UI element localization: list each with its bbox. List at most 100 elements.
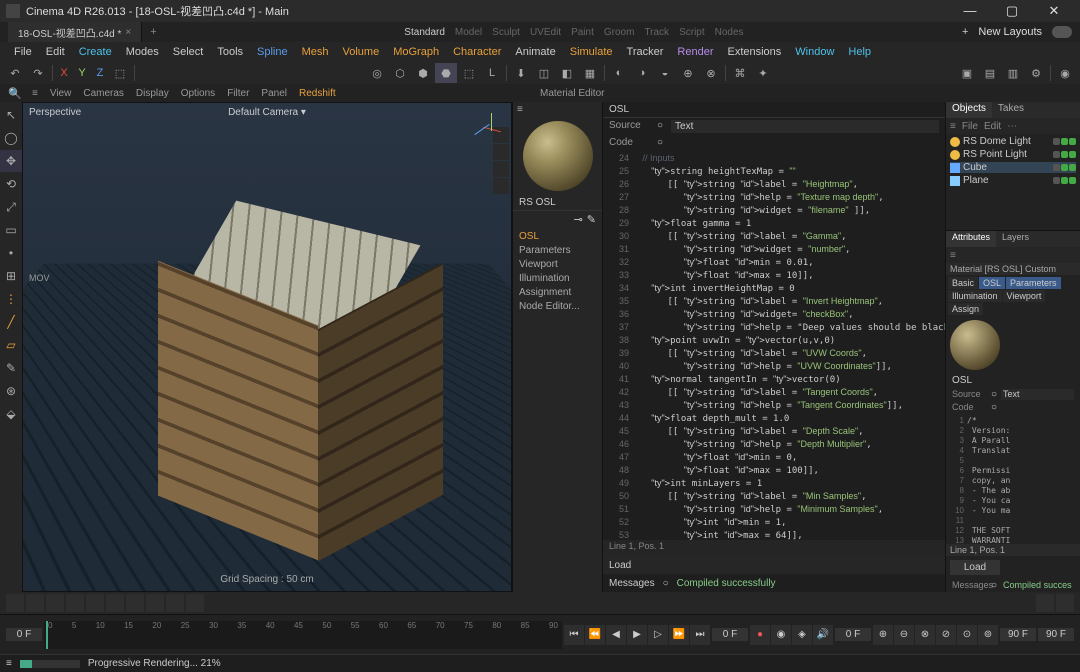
tree-assignment[interactable]: Assignment bbox=[519, 287, 596, 298]
layout-add-icon[interactable]: + bbox=[962, 26, 968, 38]
range-start[interactable]: 0 F bbox=[835, 628, 871, 641]
tool-icon[interactable]: ◒ bbox=[654, 63, 676, 83]
mode-nodes[interactable]: Nodes bbox=[715, 27, 744, 38]
tool-icon[interactable]: ⬣ bbox=[435, 63, 457, 83]
obj-menu-file[interactable]: File bbox=[962, 121, 978, 132]
tl-icon[interactable]: ⊖ bbox=[894, 625, 914, 645]
scale-icon[interactable]: ⤢ bbox=[0, 196, 22, 218]
tool-icon[interactable]: ⬢ bbox=[412, 63, 434, 83]
tree-viewport[interactable]: Viewport bbox=[519, 259, 596, 270]
render-icon[interactable]: ▥ bbox=[1002, 63, 1024, 83]
maximize-button[interactable]: ▢ bbox=[992, 3, 1032, 19]
status-burger[interactable]: ≡ bbox=[6, 658, 12, 669]
key-icon[interactable]: ◈ bbox=[792, 625, 812, 645]
redo-icon[interactable]: ↷ bbox=[27, 63, 49, 83]
tool-icon[interactable]: ◎ bbox=[366, 63, 388, 83]
tool-icon[interactable]: ⬚ bbox=[458, 63, 480, 83]
menu-mesh[interactable]: Mesh bbox=[296, 44, 335, 60]
close-button[interactable]: ✕ bbox=[1034, 3, 1074, 19]
menu-tracker[interactable]: Tracker bbox=[621, 44, 670, 60]
source-dot-icon[interactable]: ○ bbox=[657, 120, 663, 133]
menu-window[interactable]: Window bbox=[789, 44, 840, 60]
mode-track[interactable]: Track bbox=[644, 27, 669, 38]
autokey-icon[interactable]: ◉ bbox=[771, 625, 791, 645]
ctx-icon[interactable] bbox=[146, 594, 164, 612]
tool-icon[interactable]: ✦ bbox=[752, 63, 774, 83]
render-icon[interactable]: ⚙ bbox=[1025, 63, 1047, 83]
tool-icon[interactable]: ⬇ bbox=[510, 63, 532, 83]
ctx-icon[interactable] bbox=[186, 594, 204, 612]
attr-source-value[interactable]: Text bbox=[1001, 389, 1074, 400]
range-end[interactable]: 90 F bbox=[1000, 628, 1036, 641]
mode-groom[interactable]: Groom bbox=[604, 27, 635, 38]
lock-icon[interactable]: ⊸ bbox=[574, 213, 583, 225]
code-dot-icon[interactable]: ○ bbox=[657, 137, 663, 148]
viewport[interactable]: Perspective Default Camera ▾ MOV Grid Sp… bbox=[22, 102, 512, 592]
mode-model[interactable]: Model bbox=[455, 27, 482, 38]
pill-viewport[interactable]: Viewport bbox=[1003, 290, 1046, 302]
grid-icon[interactable]: ⊞ bbox=[0, 265, 22, 287]
tool-icon[interactable]: ▦ bbox=[579, 63, 601, 83]
object-row[interactable]: Plane bbox=[950, 175, 1076, 186]
pill-osl[interactable]: OSL bbox=[979, 277, 1005, 289]
menu-file[interactable]: File bbox=[8, 44, 38, 60]
box-icon[interactable]: ▭ bbox=[0, 219, 22, 241]
edit-icon[interactable]: ✎ bbox=[587, 213, 596, 225]
move-icon[interactable]: ✥ bbox=[0, 150, 22, 172]
ctx-icon[interactable] bbox=[6, 594, 24, 612]
vp-menu-redshift[interactable]: Redshift bbox=[295, 87, 340, 100]
tab-objects[interactable]: Objects bbox=[946, 102, 992, 118]
point-icon[interactable]: ⋮ bbox=[0, 288, 22, 310]
axis-gizmo[interactable] bbox=[473, 111, 503, 141]
render-icon[interactable]: ◉ bbox=[1054, 63, 1076, 83]
code-editor[interactable]: 24 // Inputs 25 "ty">string heightTexMap… bbox=[603, 150, 945, 540]
menu-mograph[interactable]: MoGraph bbox=[387, 44, 445, 60]
attr-preview[interactable] bbox=[950, 320, 1000, 370]
tree-illumination[interactable]: Illumination bbox=[519, 273, 596, 284]
attr-burger[interactable]: ≡ bbox=[950, 250, 956, 261]
minimize-button[interactable]: — bbox=[950, 3, 990, 19]
new-layouts-button[interactable]: New Layouts bbox=[978, 26, 1042, 38]
mode-paint[interactable]: Paint bbox=[571, 27, 594, 38]
camera-dropdown[interactable]: Default Camera ▾ bbox=[228, 107, 306, 118]
vp-menu-cameras[interactable]: Cameras bbox=[79, 87, 128, 100]
mode-sculpt[interactable]: Sculpt bbox=[492, 27, 520, 38]
poly-icon[interactable]: ▱ bbox=[0, 334, 22, 356]
menu-spline[interactable]: Spline bbox=[251, 44, 294, 60]
pill-illumination[interactable]: Illumination bbox=[948, 290, 1002, 302]
tool-icon[interactable]: ◑ bbox=[631, 63, 653, 83]
brush-icon[interactable]: ✎ bbox=[0, 357, 22, 379]
tree-node-editor[interactable]: Node Editor... bbox=[519, 301, 596, 312]
dot-icon[interactable]: • bbox=[0, 242, 22, 264]
timeline-ruler[interactable]: 051015202530354045505560657075808590 bbox=[44, 621, 562, 649]
ctx-icon[interactable] bbox=[46, 594, 64, 612]
ctx-icon[interactable] bbox=[166, 594, 184, 612]
mode-script[interactable]: Script bbox=[679, 27, 705, 38]
mode-uvedit[interactable]: UVEdit bbox=[530, 27, 561, 38]
obj-menu-more[interactable]: ⋯ bbox=[1007, 121, 1017, 132]
next-key-icon[interactable]: ⏩ bbox=[669, 625, 689, 645]
menu-character[interactable]: Character bbox=[447, 44, 507, 60]
tl-icon[interactable]: ⊚ bbox=[978, 625, 998, 645]
work-icon[interactable]: ⬙ bbox=[0, 403, 22, 425]
current-frame[interactable]: 0 F bbox=[712, 628, 748, 641]
tool-icon[interactable]: ⊗ bbox=[700, 63, 722, 83]
material-name[interactable]: RS OSL bbox=[513, 195, 602, 211]
menu-render[interactable]: Render bbox=[671, 44, 719, 60]
vp-menu-filter[interactable]: Filter bbox=[223, 87, 253, 100]
sound-icon[interactable]: 🔊 bbox=[813, 625, 833, 645]
pill-parameters[interactable]: Parameters bbox=[1006, 277, 1061, 289]
dot-icon[interactable]: ○ bbox=[991, 402, 997, 413]
tab-add-button[interactable]: + bbox=[142, 24, 164, 40]
tool-icon[interactable]: ◫ bbox=[533, 63, 555, 83]
menu-edit[interactable]: Edit bbox=[40, 44, 71, 60]
ctx-icon[interactable] bbox=[66, 594, 84, 612]
rotate-icon[interactable]: ⟲ bbox=[0, 173, 22, 195]
axis-x[interactable]: X bbox=[56, 65, 72, 81]
burger-icon[interactable]: ≡ bbox=[513, 102, 602, 117]
mode-standard[interactable]: Standard bbox=[404, 27, 445, 38]
object-row[interactable]: RS Dome Light bbox=[950, 136, 1076, 147]
edge-icon[interactable]: ╱ bbox=[0, 311, 22, 333]
attr-code-editor[interactable]: 1/* 2 Version: 3 A Parall 4 Translat 5 6… bbox=[946, 414, 1080, 544]
vp-menu-display[interactable]: Display bbox=[132, 87, 173, 100]
